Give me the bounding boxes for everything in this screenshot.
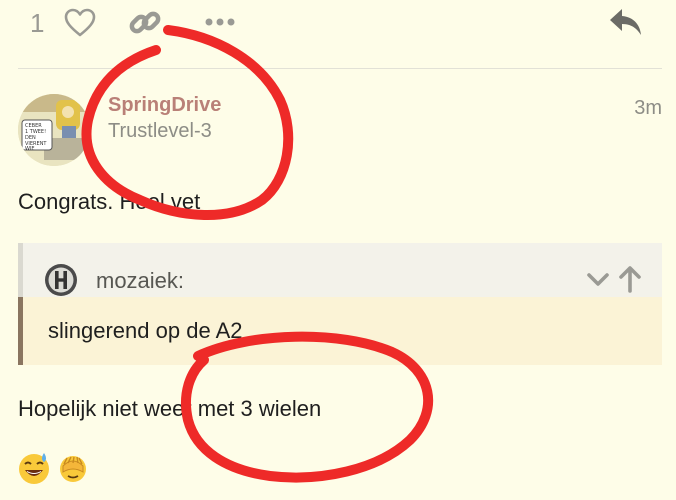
heart-icon[interactable]	[64, 8, 96, 38]
link-icon[interactable]	[128, 7, 162, 39]
post-text-line: Congrats. Heel vet	[18, 189, 201, 214]
avatar-comic-text-5: WIE	[25, 146, 35, 152]
user-title: Trustlevel-3	[108, 120, 212, 142]
more-icon[interactable]	[204, 12, 236, 32]
quote-text: slingerend op de A2	[48, 318, 243, 343]
chevron-down-icon[interactable]	[586, 270, 610, 290]
post-timestamp[interactable]: 3m	[634, 97, 662, 120]
like-count: 1	[30, 8, 45, 38]
arrow-up-icon[interactable]	[618, 265, 642, 293]
sweat-smile-emoji	[19, 453, 49, 484]
reply-icon[interactable]	[608, 6, 644, 38]
divider	[18, 68, 662, 69]
avatar[interactable]: CEBER 1 TWEE! DEN VIERENT WIE	[18, 94, 90, 166]
post-text-line: Hopelijk niet weer met 3 wielen	[18, 396, 322, 421]
quote-author-avatar[interactable]	[44, 263, 78, 297]
quote-author: mozaiek:	[96, 268, 185, 293]
see-no-evil-emoji	[60, 456, 86, 482]
username[interactable]: SpringDrive	[108, 94, 221, 117]
